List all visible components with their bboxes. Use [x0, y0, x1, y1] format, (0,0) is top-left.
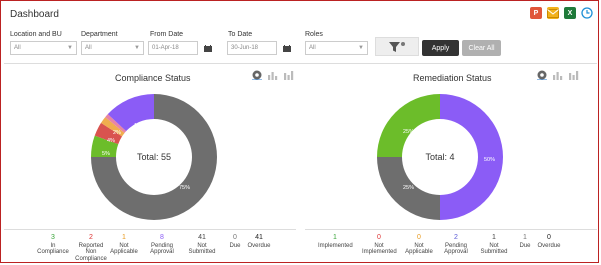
- stat-pending-approval[interactable]: 8 Pending Approval: [145, 234, 179, 256]
- slice-label: 2%: [113, 130, 121, 136]
- to-date-label: To Date: [228, 31, 253, 38]
- funnel-icon: [389, 41, 405, 52]
- stat-reported-non-compliance[interactable]: 2 Reported Non Compliance: [74, 234, 108, 262]
- stat-pending-approval[interactable]: 2 Pending Approval: [439, 234, 473, 256]
- to-date-input[interactable]: 30-Jun-18: [227, 41, 277, 55]
- stat-value: 2: [89, 234, 93, 241]
- stat-label: Implemented: [318, 242, 353, 249]
- department-value: All: [85, 45, 92, 51]
- roles-label: Roles: [305, 31, 323, 38]
- remediation-total-label: Total: 4: [425, 152, 454, 162]
- roles-value: All: [309, 45, 316, 51]
- department-label: Department: [81, 31, 118, 38]
- roles-select[interactable]: All ▼: [305, 41, 368, 55]
- bar-chart-icon[interactable]: [268, 71, 278, 80]
- donut-view-icon[interactable]: [252, 70, 262, 80]
- to-date-value: 30-Jun-18: [231, 45, 259, 51]
- stacked-bar-icon[interactable]: [569, 71, 579, 80]
- stat-value: 0: [377, 234, 381, 241]
- stat-value: 0: [417, 234, 421, 241]
- stat-value: 1: [122, 234, 126, 241]
- stat-label: Due: [229, 242, 241, 249]
- stat-label: Not Implemented: [362, 242, 397, 256]
- stat-label: Overdue: [247, 242, 271, 249]
- stat-value: 2: [454, 234, 458, 241]
- compliance-status-title: Compliance Status: [115, 73, 191, 83]
- top-toolbar: P X: [530, 7, 593, 19]
- stat-label: Not Submitted: [188, 242, 216, 256]
- calendar-icon[interactable]: [278, 41, 296, 55]
- compliance-total-label: Total: 55: [137, 152, 171, 162]
- remediation-donut-chart: Total: 4 25% 25% 50%: [377, 94, 503, 220]
- from-date-label: From Date: [150, 31, 184, 38]
- stat-not-submitted[interactable]: 41 Not Submitted: [185, 234, 219, 256]
- stacked-bar-icon[interactable]: [284, 71, 294, 80]
- stat-not-implemented[interactable]: 0 Not Implemented: [362, 234, 397, 256]
- stat-implemented[interactable]: 1 Implemented: [318, 234, 353, 249]
- slice-label: 75%: [179, 185, 190, 191]
- remediation-status-title: Remediation Status: [413, 73, 492, 83]
- stat-value: 3: [51, 234, 55, 241]
- slice-label: 25%: [403, 185, 414, 191]
- donut-view-icon[interactable]: [537, 70, 547, 80]
- department-select[interactable]: All ▼: [81, 41, 144, 55]
- compliance-donut-chart: Total: 55 15% 2% 4% 5% 75%: [91, 94, 217, 220]
- stat-label: Not Submitted: [480, 242, 508, 256]
- stat-value: 41: [198, 234, 206, 241]
- slice-label: 5%: [102, 151, 110, 157]
- stat-overdue[interactable]: 0 Overdue: [532, 234, 566, 249]
- stat-in-compliance[interactable]: 3 In Compliance: [36, 234, 70, 256]
- slice-label: 15%: [134, 123, 145, 129]
- slice-label: 4%: [107, 138, 115, 144]
- location-select[interactable]: All ▼: [10, 41, 77, 55]
- filter-button[interactable]: [375, 37, 419, 56]
- page-title: Dashboard: [10, 9, 59, 20]
- excel-icon[interactable]: X: [564, 7, 576, 19]
- chevron-down-icon: ▼: [358, 45, 364, 51]
- from-date-input[interactable]: 01-Apr-18: [148, 41, 198, 55]
- divider: [4, 63, 597, 64]
- from-date-value: 01-Apr-18: [152, 45, 179, 51]
- slice-label: 50%: [484, 157, 495, 163]
- stat-label: Reported Non Compliance: [75, 242, 107, 262]
- apply-button[interactable]: Apply: [422, 40, 459, 56]
- compliance-view-toggle: [252, 70, 294, 80]
- stat-label: In Compliance: [37, 242, 69, 256]
- email-icon[interactable]: [547, 7, 559, 19]
- chevron-down-icon: ▼: [134, 45, 140, 51]
- refresh-icon[interactable]: [581, 7, 593, 19]
- stat-label: Pending Approval: [150, 242, 174, 256]
- chevron-down-icon: ▼: [67, 45, 73, 51]
- stat-label: Not Applicable: [405, 242, 433, 256]
- stat-label: Overdue: [537, 242, 561, 249]
- stat-overdue[interactable]: 41 Overdue: [242, 234, 276, 249]
- stat-value: 8: [160, 234, 164, 241]
- powerpoint-icon[interactable]: P: [530, 7, 542, 19]
- calendar-icon[interactable]: [199, 41, 217, 55]
- stat-value: 1: [333, 234, 337, 241]
- location-value: All: [14, 45, 21, 51]
- bar-chart-icon[interactable]: [553, 71, 563, 80]
- stat-label: Not Applicable: [110, 242, 138, 256]
- stat-not-applicable[interactable]: 0 Not Applicable: [402, 234, 436, 256]
- stat-value: 41: [255, 234, 263, 241]
- stat-value: 1: [492, 234, 496, 241]
- stat-value: 0: [547, 234, 551, 241]
- stat-not-submitted[interactable]: 1 Not Submitted: [477, 234, 511, 256]
- clear-all-button[interactable]: Clear All: [462, 40, 501, 56]
- location-label: Location and BU: [10, 31, 62, 38]
- stat-not-applicable[interactable]: 1 Not Applicable: [107, 234, 141, 256]
- remediation-view-toggle: [537, 70, 579, 80]
- stat-label: Due: [519, 242, 531, 249]
- remediation-stats-divider: [305, 229, 597, 230]
- compliance-stats-divider: [4, 229, 296, 230]
- slice-implemented[interactable]: [377, 94, 440, 157]
- stat-label: Pending Approval: [444, 242, 468, 256]
- slice-label: 25%: [403, 129, 414, 135]
